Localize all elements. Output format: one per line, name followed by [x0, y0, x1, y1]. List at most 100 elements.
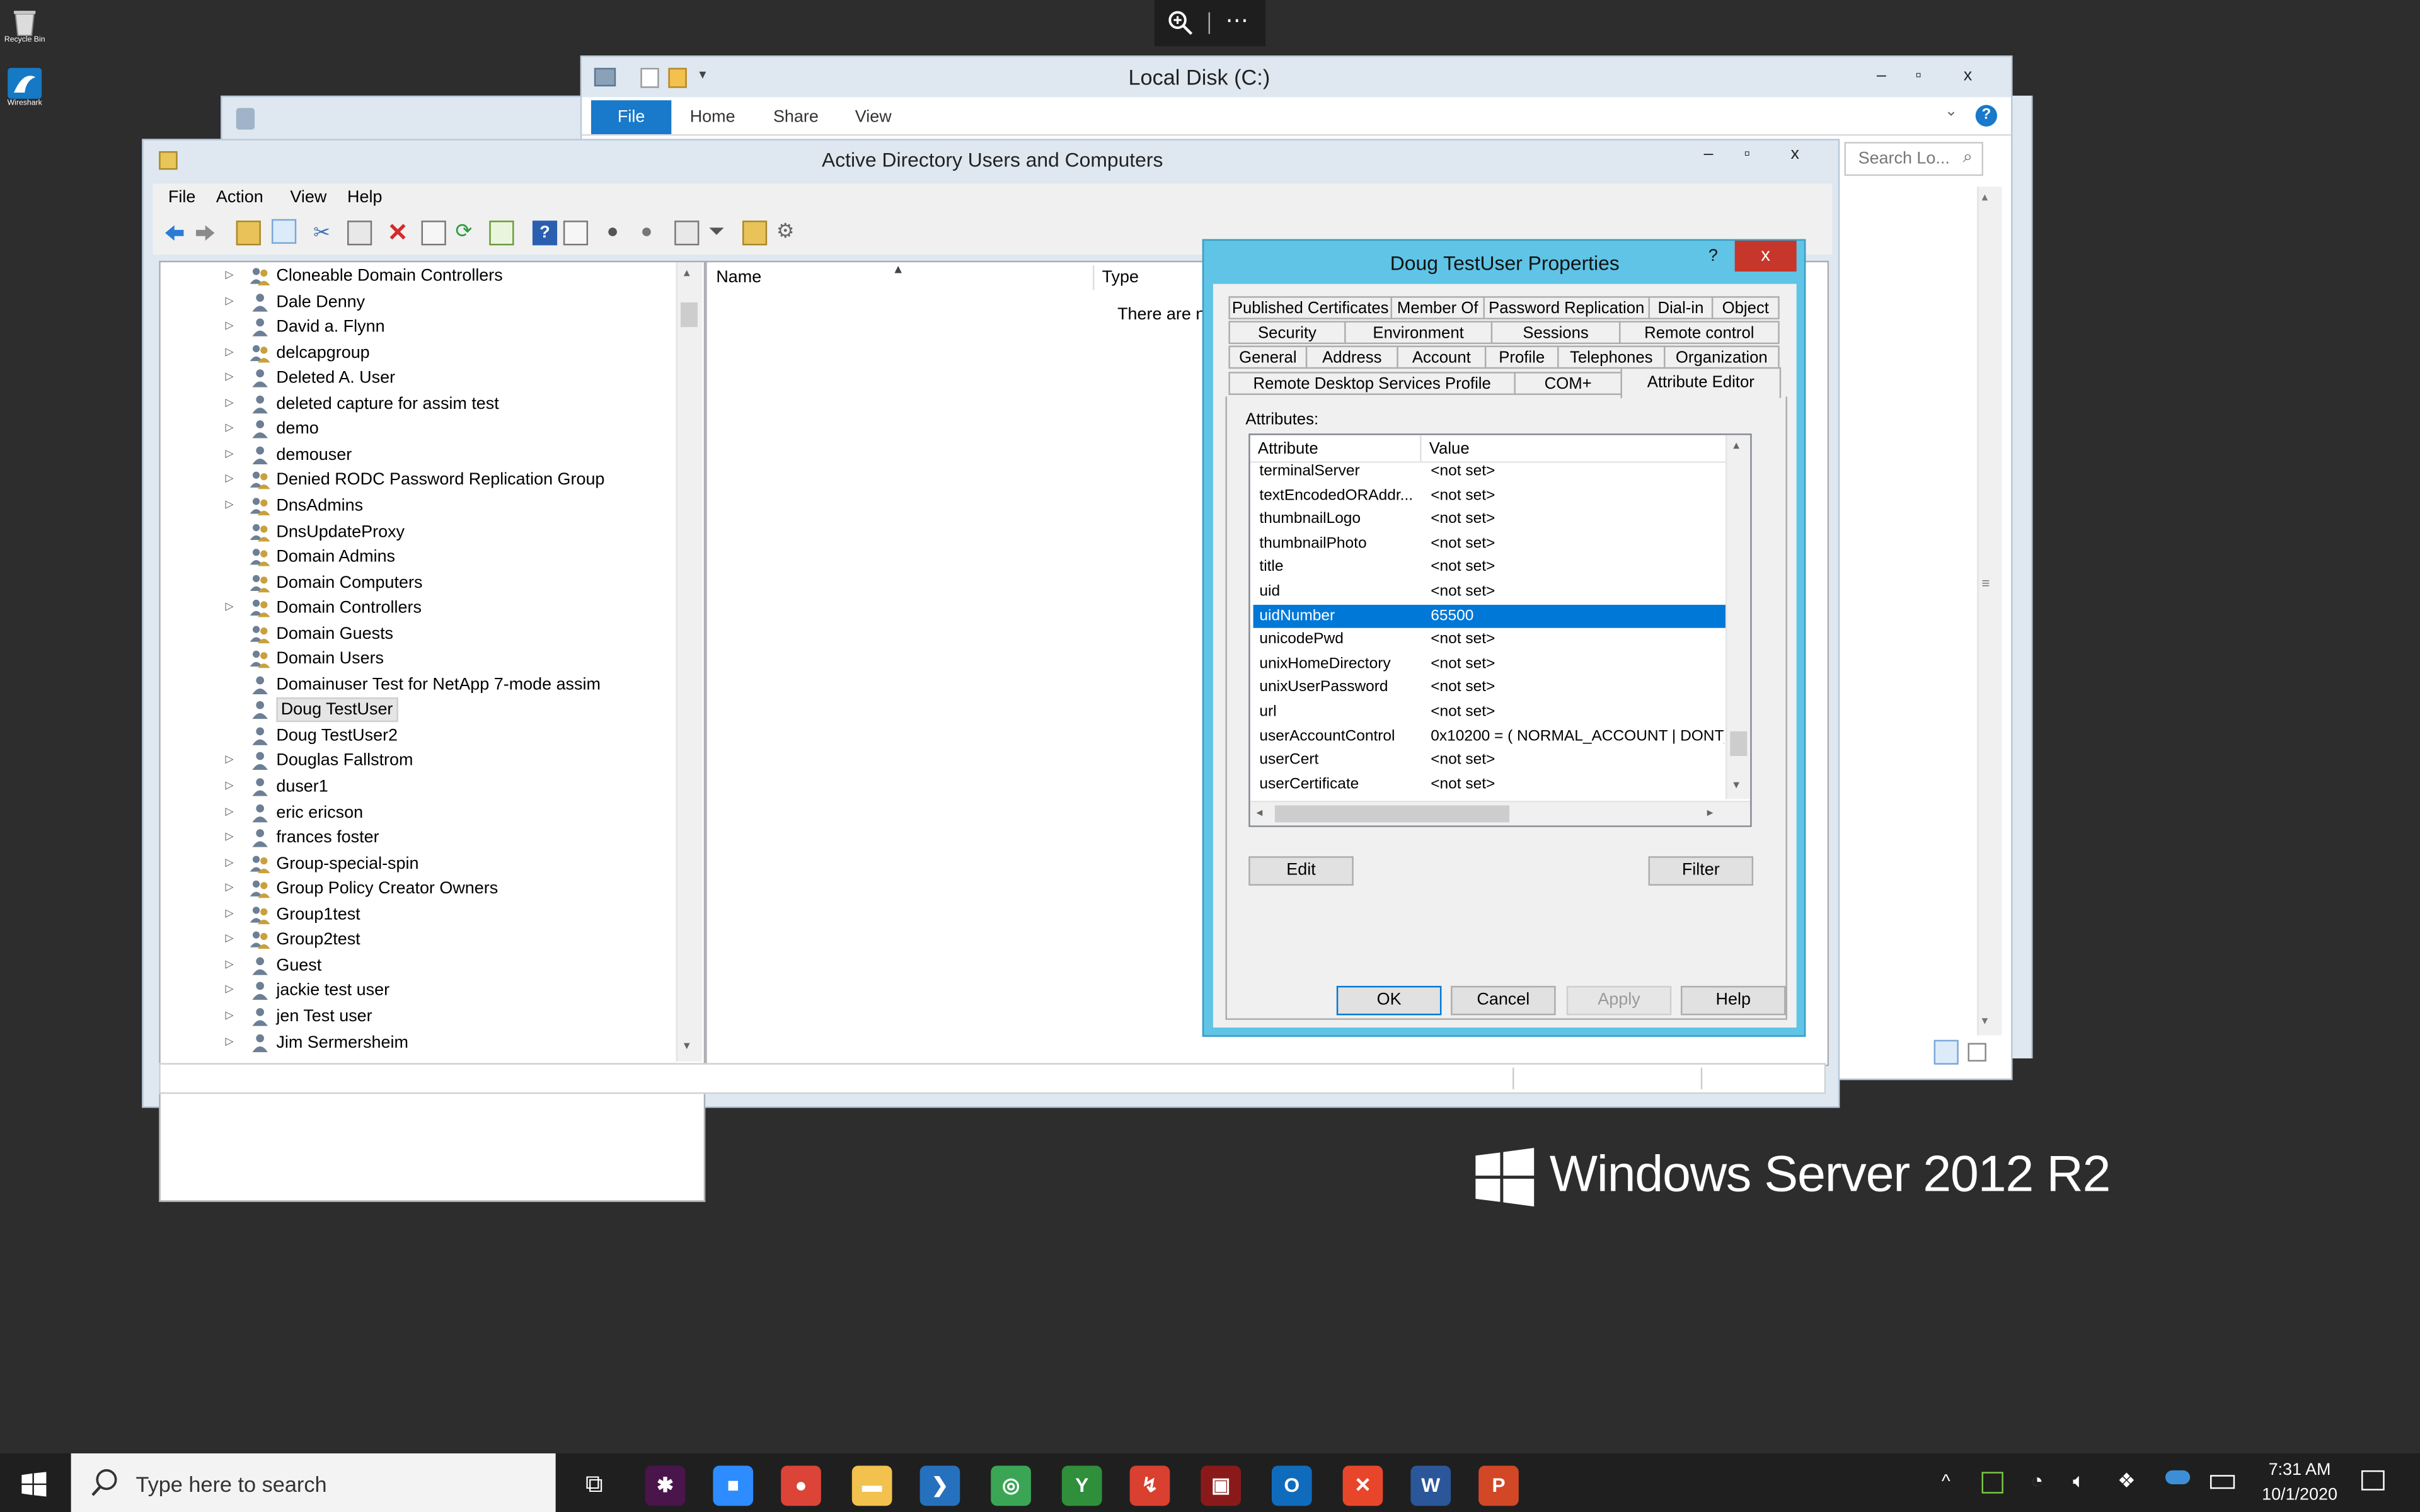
- expand-arrow-icon[interactable]: ▷: [226, 596, 234, 621]
- outlook-icon[interactable]: O: [1271, 1465, 1312, 1506]
- expand-arrow-icon[interactable]: ▷: [226, 315, 234, 340]
- ribbon-tab-file[interactable]: File: [591, 100, 672, 135]
- zoom-icon[interactable]: [1167, 9, 1194, 37]
- tree-item[interactable]: ▷ Group-special-spin: [161, 851, 676, 876]
- attribute-row[interactable]: userCert <not set>: [1253, 748, 1726, 772]
- tab-com-plus[interactable]: COM+: [1514, 372, 1622, 395]
- tree-item[interactable]: ▷ Group Policy Creator Owners: [161, 876, 676, 901]
- onedrive-icon[interactable]: [2165, 1470, 2191, 1484]
- scroll-right-icon[interactable]: ▸: [1707, 805, 1714, 819]
- tab-remote-desktop-services-profile[interactable]: Remote Desktop Services Profile: [1228, 372, 1516, 395]
- tree-item[interactable]: ▷ deleted capture for assim test: [161, 391, 676, 416]
- details-view-icon[interactable]: [1933, 1040, 1959, 1065]
- tab-published-certificates[interactable]: Published Certificates: [1228, 296, 1392, 319]
- column-header-attribute[interactable]: Attribute: [1258, 440, 1318, 458]
- tree-item[interactable]: ▷ eric ericson: [161, 800, 676, 825]
- minimize-button[interactable]: –: [1690, 140, 1727, 168]
- expand-arrow-icon[interactable]: ▷: [226, 851, 234, 876]
- xmind-icon[interactable]: ✕: [1342, 1465, 1383, 1506]
- scroll-up-icon[interactable]: ▴: [1733, 438, 1739, 452]
- start-icon[interactable]: [21, 1472, 47, 1497]
- expand-arrow-icon[interactable]: ▷: [226, 953, 234, 978]
- tab-account[interactable]: Account: [1397, 345, 1487, 369]
- clock-date[interactable]: 10/1/2020: [2250, 1486, 2349, 1504]
- tree-item[interactable]: Domain Guests: [161, 621, 676, 646]
- tab-organization[interactable]: Organization: [1664, 345, 1780, 369]
- scroll-up-icon[interactable]: ▴: [684, 265, 690, 279]
- ribbon-tab-view[interactable]: View: [855, 108, 892, 126]
- ribbon-tab-home[interactable]: Home: [690, 108, 735, 126]
- attribute-row[interactable]: unixHomeDirectory <not set>: [1253, 652, 1726, 676]
- tree-item[interactable]: ▷ Cloneable Domain Controllers: [161, 264, 676, 289]
- attribute-row[interactable]: textEncodedORAddr... <not set>: [1253, 484, 1726, 508]
- cancel-button[interactable]: Cancel: [1451, 985, 1556, 1016]
- tree-item[interactable]: Doug TestUser: [161, 697, 676, 723]
- powershell-icon[interactable]: ❯: [919, 1465, 960, 1506]
- maximize-button[interactable]: ▫: [1729, 140, 1766, 168]
- tree-item[interactable]: ▷ delcapgroup: [161, 340, 676, 365]
- expand-arrow-icon[interactable]: ▷: [226, 800, 234, 825]
- scroll-left-icon[interactable]: ◂: [1256, 805, 1262, 819]
- scroll-thumb[interactable]: [681, 302, 698, 328]
- expand-arrow-icon[interactable]: ▷: [226, 366, 234, 391]
- tab-dial-in[interactable]: Dial-in: [1648, 296, 1714, 319]
- tree-item[interactable]: ▷ demouser: [161, 442, 676, 467]
- paste-icon[interactable]: [347, 220, 372, 246]
- remote-desktop-icon[interactable]: ↯: [1129, 1465, 1170, 1506]
- delete-icon[interactable]: ✕: [388, 217, 412, 247]
- tree-scrollbar[interactable]: ▴ ▾: [676, 262, 703, 1062]
- attribute-row[interactable]: uidNumber 65500: [1253, 604, 1726, 629]
- tree-item[interactable]: ▷ frances foster: [161, 825, 676, 850]
- expand-arrow-icon[interactable]: ▷: [226, 391, 234, 416]
- tab-general[interactable]: General: [1228, 345, 1308, 369]
- tree-item[interactable]: ▷ Group1test: [161, 902, 676, 927]
- new-group-icon[interactable]: ●: [640, 219, 665, 244]
- tree-item[interactable]: ▷ David a. Flynn: [161, 315, 676, 340]
- column-header-type[interactable]: Type: [1102, 268, 1139, 287]
- volume-icon[interactable]: 🔈︎: [2073, 1469, 2085, 1493]
- ribbon-tab-share[interactable]: Share: [773, 108, 819, 126]
- expand-arrow-icon[interactable]: ▷: [226, 876, 234, 901]
- ok-button[interactable]: OK: [1336, 985, 1442, 1016]
- attribute-row[interactable]: terminalServer <not set>: [1253, 460, 1726, 484]
- tab-security[interactable]: Security: [1228, 321, 1346, 345]
- close-button[interactable]: x: [1949, 62, 1986, 89]
- export-icon[interactable]: [489, 220, 514, 246]
- scroll-down-icon[interactable]: ▾: [1733, 777, 1739, 791]
- expand-arrow-icon[interactable]: ▷: [226, 928, 234, 953]
- edit-button[interactable]: Edit: [1248, 856, 1354, 886]
- back-icon[interactable]: [162, 220, 187, 245]
- maximize-button[interactable]: ▫: [1900, 62, 1937, 89]
- tree-item[interactable]: ▷ duser1: [161, 774, 676, 799]
- tree-item[interactable]: Doug TestUser2: [161, 723, 676, 748]
- attribute-row[interactable]: uid <not set>: [1253, 580, 1726, 604]
- attribute-row[interactable]: userAccountControl 0x10200 = ( NORMAL_ACC…: [1253, 724, 1726, 748]
- attribute-row[interactable]: title <not set>: [1253, 556, 1726, 580]
- tree-item[interactable]: ▷ Group2test: [161, 928, 676, 953]
- tree-item[interactable]: ▷ Domain Controllers: [161, 596, 676, 621]
- tree-item[interactable]: ▷ Dale Denny: [161, 289, 676, 314]
- attributes-list[interactable]: Attribute Value terminalServer <not set> t…: [1248, 433, 1752, 827]
- expand-arrow-icon[interactable]: ▷: [226, 1030, 234, 1055]
- more-icon[interactable]: ⋯: [1226, 6, 1249, 34]
- dropbox-icon[interactable]: ❖: [2118, 1469, 2136, 1493]
- tree-item[interactable]: ▷ jackie test user: [161, 979, 676, 1004]
- filter-button[interactable]: Filter: [1648, 856, 1754, 886]
- expand-arrow-icon[interactable]: ▷: [226, 417, 234, 442]
- attribute-row[interactable]: unicodePwd <not set>: [1253, 628, 1726, 652]
- word-icon[interactable]: W: [1410, 1465, 1451, 1506]
- column-divider[interactable]: [1092, 265, 1095, 290]
- expand-arrow-icon[interactable]: ▷: [226, 825, 234, 850]
- menu-help[interactable]: Help: [347, 188, 382, 207]
- tab-object[interactable]: Object: [1711, 296, 1780, 319]
- tree-item[interactable]: ▷ Douglas Fallstrom: [161, 749, 676, 774]
- apply-button[interactable]: Apply: [1566, 985, 1672, 1016]
- network-icon[interactable]: ◔: [2031, 1469, 2043, 1492]
- battery-icon[interactable]: [2210, 1475, 2235, 1489]
- new-ou-icon[interactable]: [674, 220, 700, 246]
- expand-arrow-icon[interactable]: ▷: [226, 264, 234, 289]
- attribute-row[interactable]: unixUserPassword <not set>: [1253, 677, 1726, 701]
- tree-item[interactable]: Domainuser Test for NetApp 7-mode assim: [161, 672, 676, 697]
- attribute-row[interactable]: thumbnailLogo <not set>: [1253, 508, 1726, 532]
- expand-arrow-icon[interactable]: ▷: [226, 902, 234, 927]
